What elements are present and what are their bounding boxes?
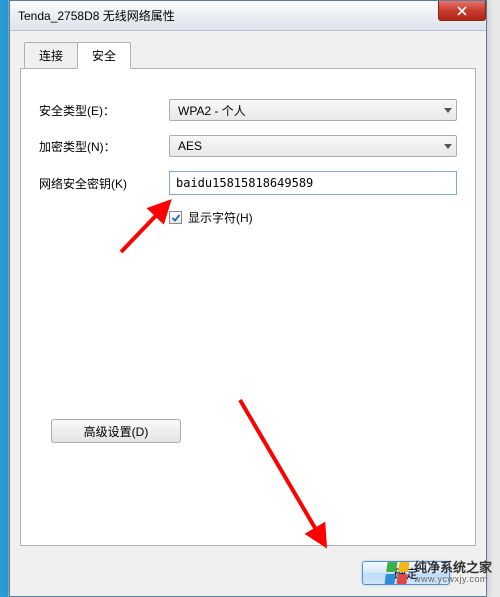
wireless-properties-window: Tenda_2758D8 无线网络属性 连接 安全 安全类型(E)： WPA2 … — [9, 0, 487, 597]
encryption-type-value: AES — [178, 139, 202, 153]
tab-security[interactable]: 安全 — [77, 42, 131, 69]
watermark-url: www.ycwxjy.com — [414, 575, 492, 585]
advanced-settings-button[interactable]: 高级设置(D) — [51, 419, 181, 443]
window-title: Tenda_2758D8 无线网络属性 — [18, 7, 175, 24]
row-security-type: 安全类型(E)： WPA2 - 个人 — [39, 99, 457, 121]
watermark-text: 纯净系统之家 www.ycwxjy.com — [414, 561, 492, 585]
chevron-down-icon — [444, 144, 452, 149]
row-show-characters: 显示字符(H) — [169, 209, 457, 226]
watermark-logo-icon — [384, 562, 409, 584]
titlebar[interactable]: Tenda_2758D8 无线网络属性 — [10, 1, 486, 31]
encryption-type-dropdown[interactable]: AES — [169, 135, 457, 157]
window-content: 连接 安全 安全类型(E)： WPA2 - 个人 加密类型(N)： AES — [10, 31, 486, 596]
encryption-type-label: 加密类型(N)： — [39, 138, 169, 155]
security-key-label: 网络安全密钥(K) — [39, 175, 169, 192]
row-security-key: 网络安全密钥(K) — [39, 171, 457, 195]
tab-panel-security: 安全类型(E)： WPA2 - 个人 加密类型(N)： AES — [20, 68, 476, 546]
close-icon — [457, 6, 467, 16]
checkmark-icon — [171, 213, 181, 223]
tab-strip: 连接 安全 — [24, 42, 476, 69]
security-type-label: 安全类型(E)： — [39, 102, 169, 119]
tab-connect[interactable]: 连接 — [24, 42, 78, 69]
close-button[interactable] — [438, 1, 486, 21]
show-characters-label: 显示字符(H) — [188, 209, 253, 226]
chevron-down-icon — [444, 108, 452, 113]
show-characters-checkbox[interactable] — [169, 211, 182, 224]
security-key-input[interactable] — [169, 171, 457, 195]
watermark-title: 纯净系统之家 — [414, 561, 492, 575]
security-type-value: WPA2 - 个人 — [178, 102, 246, 119]
row-encryption-type: 加密类型(N)： AES — [39, 135, 457, 157]
watermark: 纯净系统之家 www.ycwxjy.com — [386, 561, 492, 585]
security-type-dropdown[interactable]: WPA2 - 个人 — [169, 99, 457, 121]
